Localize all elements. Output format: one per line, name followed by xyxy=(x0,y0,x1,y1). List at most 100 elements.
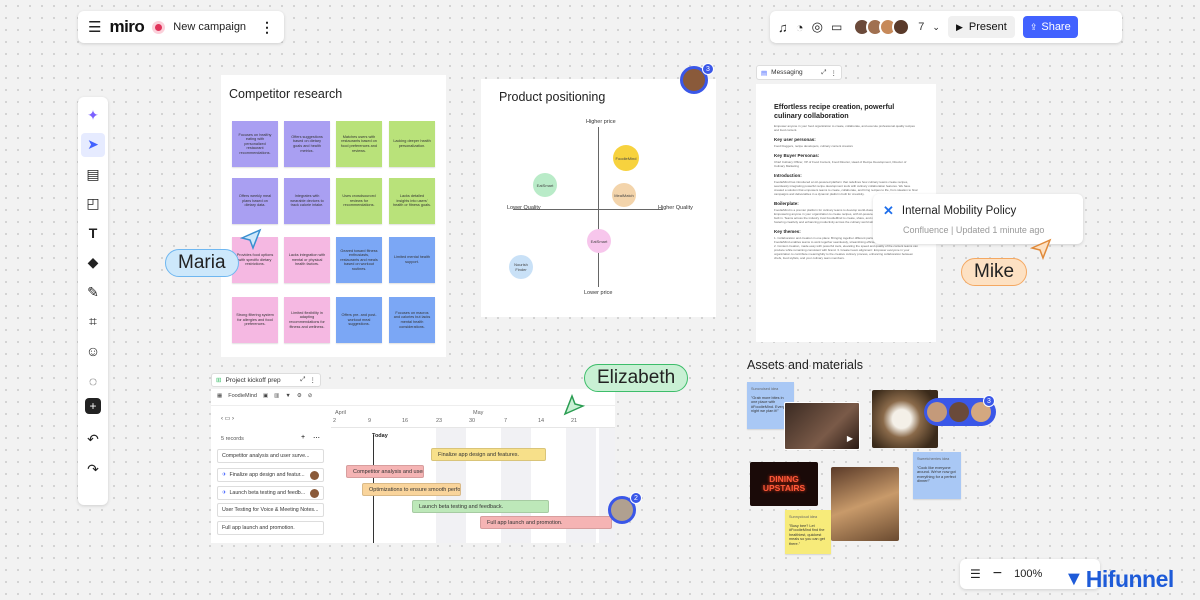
menu-icon[interactable]: ☰ xyxy=(88,18,101,36)
sticky-note[interactable]: Integrates with wearable devices to trac… xyxy=(284,178,330,224)
chevron-down-icon[interactable]: ⌄ xyxy=(932,22,940,33)
gantt-bar[interactable]: Competitor analysis and user... xyxy=(346,465,424,478)
sticky-note[interactable]: Strong filtering system for allergies an… xyxy=(232,297,278,343)
video-call-icon[interactable]: ▭ xyxy=(831,20,842,34)
share-button[interactable]: ⇪ Share xyxy=(1022,16,1078,38)
gantt-row[interactable]: Competitor analysis and user surve... xyxy=(217,449,324,463)
comment-count-badge[interactable]: 3 xyxy=(702,63,714,75)
gantt-bar[interactable]: Launch beta testing and feedback. xyxy=(412,500,549,513)
gantt-month-label: May xyxy=(473,410,484,416)
present-button[interactable]: ▶ Present xyxy=(947,16,1015,38)
sticky-note[interactable]: Geared toward fitness enthusiasts, resta… xyxy=(336,237,382,283)
comment-count-badge[interactable]: 3 xyxy=(983,395,995,407)
woman-photo[interactable] xyxy=(831,467,899,541)
comment-count-badge[interactable]: 2 xyxy=(630,492,642,504)
doc-tab[interactable]: ▤ Messaging ⤢ ⋮ xyxy=(756,65,842,80)
assets-sticky[interactable]: Sunnycloud idea "Busy bee? Let #FoodieMi… xyxy=(785,510,831,554)
collaborator-avatars[interactable] xyxy=(853,18,911,36)
kickoff-tab[interactable]: ⊞ Project kickoff prep ⤢ ⋮ xyxy=(211,373,321,387)
gantt-row[interactable]: User Testing for Voice & Meeting Notes..… xyxy=(217,503,324,517)
add-record-icon[interactable]: + xyxy=(301,434,305,441)
gantt-bar[interactable]: Full app launch and promotion. xyxy=(480,516,612,529)
more-icon[interactable]: ⋮ xyxy=(831,69,838,77)
template-icon[interactable]: ▤ xyxy=(81,162,105,186)
gantt-row[interactable]: ✈ Finalize app design and featur... xyxy=(217,468,324,482)
redo-icon[interactable]: ↷ xyxy=(81,457,105,481)
sticky-note[interactable]: Offers weekly meal plans based on dietar… xyxy=(232,178,278,224)
product-positioning-frame[interactable]: Product positioning Higher price Lower p… xyxy=(481,79,716,317)
chat-icon[interactable]: ◎ xyxy=(812,19,823,35)
gantt-row-label: Competitor analysis and user surve... xyxy=(222,453,310,459)
avatar xyxy=(310,488,319,498)
gantt-bar[interactable]: Optimizations to ensure smooth perfo... xyxy=(362,483,461,496)
miro-logo[interactable]: miro xyxy=(109,17,144,37)
board-name[interactable]: New campaign xyxy=(173,21,246,33)
reactions-icon[interactable]: ♫ xyxy=(778,20,788,35)
sparkle-icon[interactable]: ✦ xyxy=(81,103,105,127)
sticky-note[interactable]: Lacking deeper health personalization. xyxy=(389,121,435,167)
sticky-note[interactable]: Lacks integration with mental or physica… xyxy=(284,237,330,283)
gantt-board[interactable]: ▦ FoodieMind ▣ ▥ ▼ ⚙ ⊘ ‹ ▭ › 5 records + ⋯ A… xyxy=(211,389,615,543)
expand-icon[interactable]: ⤢ xyxy=(300,376,305,384)
gantt-source[interactable]: FoodieMind xyxy=(228,393,257,399)
frame-icon[interactable]: ⌗ xyxy=(81,310,105,334)
more-options-icon[interactable]: ⋮ xyxy=(260,19,274,36)
competitor-research-frame[interactable]: Competitor research Focuses on healthy e… xyxy=(221,75,446,357)
list-icon[interactable]: ☰ xyxy=(970,567,981,581)
cursor-arrow-maria xyxy=(240,228,262,250)
confluence-meta: Confluence | Updated 1 minute ago xyxy=(903,225,1045,235)
neon-sign-photo[interactable]: DINING UPSTAIRS xyxy=(750,462,818,506)
text-icon[interactable]: T xyxy=(81,221,105,245)
positioning-point[interactable]: EatSmart xyxy=(533,173,557,197)
gantt-bar[interactable]: Finalize app design and features. xyxy=(431,448,546,461)
gantt-row[interactable]: ✈ Launch beta testing and feedb... xyxy=(217,486,324,500)
sticky-note[interactable]: Focuses on healthy eating with personali… xyxy=(232,121,278,167)
gantt-nav[interactable]: ‹ ▭ › xyxy=(221,415,234,422)
timer-icon[interactable]: ◔ xyxy=(796,20,804,35)
sticky-note[interactable]: Offers pre- and post-workout meal sugges… xyxy=(336,297,382,343)
add-icon[interactable]: + xyxy=(85,398,101,414)
sticky-note[interactable]: Lacks detailed insights into users' heal… xyxy=(389,178,435,224)
sticky-note[interactable]: Limited flexibility in adapting recommen… xyxy=(284,297,330,343)
sticky-note[interactable]: Focuses on macros and calories but lacks… xyxy=(389,297,435,343)
positioning-point[interactable]: FoodieMind xyxy=(613,145,639,171)
gantt-row[interactable]: Full app launch and promotion. xyxy=(217,521,324,535)
link-icon[interactable]: ⊘ xyxy=(308,393,313,399)
gantt-toolbar-line xyxy=(211,405,615,406)
timeline-icon: ⊞ xyxy=(216,377,222,384)
select-icon[interactable]: ➤ xyxy=(81,132,105,157)
confluence-card[interactable]: ✕ Internal Mobility Policy Confluence | … xyxy=(873,194,1083,244)
settings-icon[interactable]: ⚙ xyxy=(297,393,302,399)
positioning-point[interactable]: EatSmart xyxy=(587,229,611,253)
play-icon[interactable]: ▶ xyxy=(847,434,853,443)
pen-icon[interactable]: ✎ xyxy=(81,280,105,304)
axis-label-left: Lower Quality xyxy=(507,205,541,211)
cursor-arrow-elizabeth xyxy=(563,394,585,416)
zoom-out-icon[interactable]: − xyxy=(993,565,1002,583)
collaborator-count[interactable]: 7 xyxy=(918,21,924,33)
more-icon[interactable]: ⋯ xyxy=(313,434,320,442)
sticky-note-icon[interactable]: ◰ xyxy=(81,192,105,216)
table-icon[interactable]: ▥ xyxy=(274,393,279,399)
sticky-note[interactable]: Offers suggestions based on dietary goal… xyxy=(284,121,330,167)
view-icon[interactable]: ▣ xyxy=(263,393,268,399)
video-thumbnail[interactable]: ▶ xyxy=(784,402,860,450)
shapes-icon[interactable]: ◆ xyxy=(81,251,105,275)
sticky-note[interactable]: Uses crowdsourced reviews for recommenda… xyxy=(336,178,382,224)
positioning-point[interactable]: MealMatch xyxy=(612,183,636,207)
filter-icon[interactable]: ▼ xyxy=(285,393,290,399)
sticker-icon[interactable]: ☺ xyxy=(81,339,105,363)
sticky-note[interactable]: Matches users with restaurants based on … xyxy=(336,121,382,167)
assets-title: Assets and materials xyxy=(747,358,864,372)
undo-icon[interactable]: ↶ xyxy=(81,428,105,452)
zoom-value[interactable]: 100% xyxy=(1014,568,1042,580)
axis-label-bottom: Lower price xyxy=(584,290,613,296)
more-icon[interactable]: ⋮ xyxy=(310,376,317,384)
positioning-point[interactable]: Nourish Finder xyxy=(509,255,533,279)
comment-icon[interactable]: ◌ xyxy=(81,369,105,393)
assets-sticky[interactable]: Sweetcherries idea "Cook like everyone a… xyxy=(913,452,961,499)
sticky-note[interactable]: Limited mental health support. xyxy=(389,237,435,283)
expand-icon[interactable]: ⤢ xyxy=(821,69,826,77)
sticky-text: "Busy bee? Let #FoodieMind find the heal… xyxy=(789,523,825,546)
grid-icon[interactable]: ▦ xyxy=(217,393,222,399)
